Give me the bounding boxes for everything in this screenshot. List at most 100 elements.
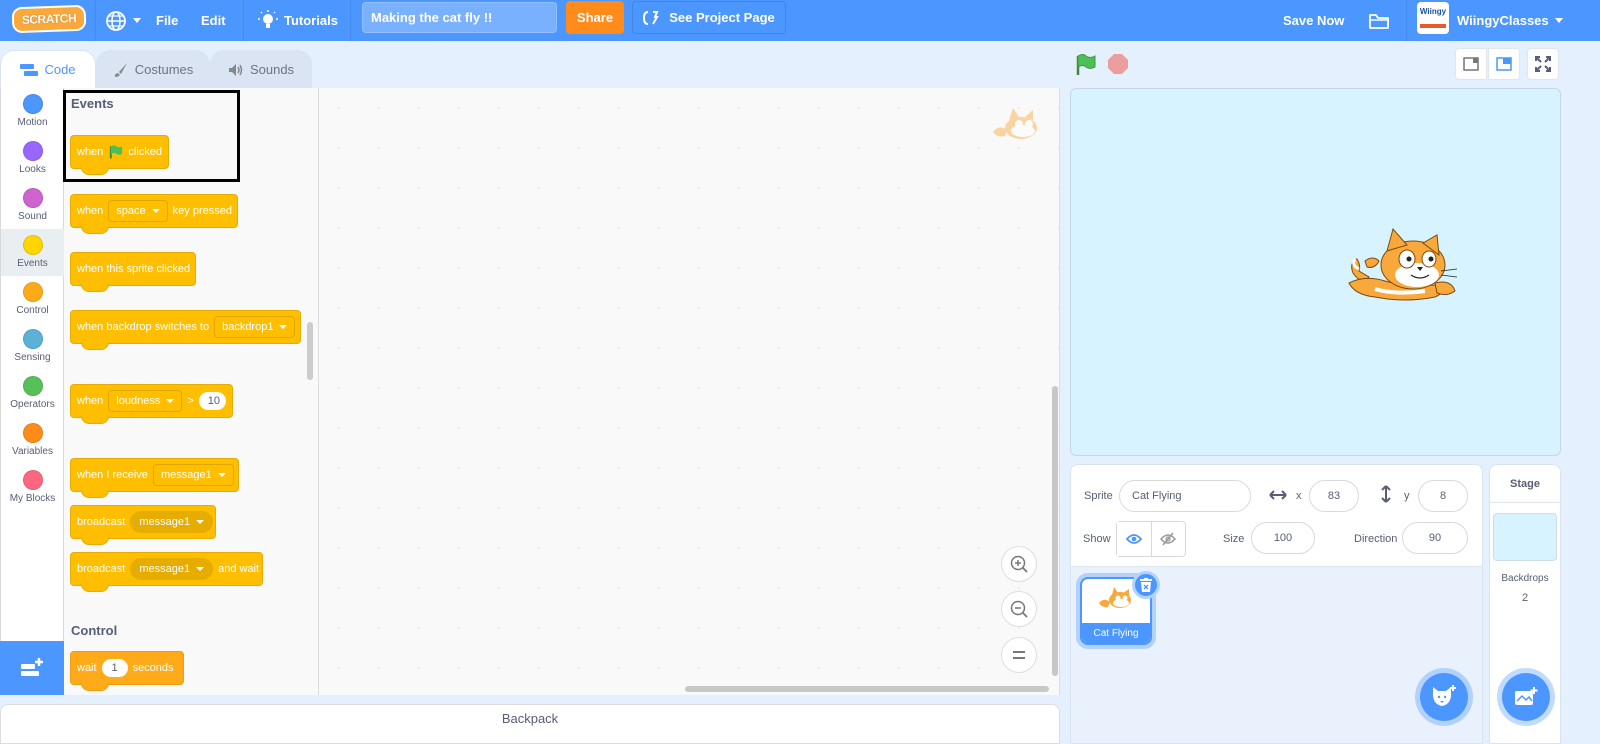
workspace-horizontal-scrollbar[interactable] bbox=[685, 686, 1049, 692]
cat-sprite[interactable] bbox=[1345, 225, 1459, 305]
sensor-dropdown[interactable]: loudness bbox=[108, 390, 183, 412]
tab-sounds-label: Sounds bbox=[249, 62, 295, 77]
category-label: Looks bbox=[19, 164, 46, 175]
events-dot-icon bbox=[22, 235, 43, 255]
category-motion[interactable]: Motion bbox=[1, 88, 64, 135]
category-sensing[interactable]: Sensing bbox=[1, 323, 64, 370]
stop-button[interactable] bbox=[1107, 53, 1129, 75]
zoom-reset-button[interactable] bbox=[1001, 637, 1037, 673]
tab-costumes[interactable]: Costumes bbox=[96, 50, 210, 88]
key-dropdown[interactable]: space bbox=[108, 200, 168, 222]
category-label: Motion bbox=[17, 117, 48, 128]
zoom-out-button[interactable] bbox=[1001, 591, 1037, 627]
delete-sprite-button[interactable] bbox=[1132, 571, 1160, 599]
size-input[interactable] bbox=[1251, 522, 1315, 554]
dropdown-arrow-icon bbox=[217, 473, 226, 477]
block-text: when bbox=[77, 395, 104, 407]
my-blocks-dot-icon bbox=[22, 470, 43, 490]
zoom-in-button[interactable] bbox=[1001, 546, 1037, 582]
choose-sprite-button[interactable] bbox=[1420, 673, 1468, 721]
tab-costumes-label: Costumes bbox=[134, 62, 194, 77]
x-position-input[interactable] bbox=[1309, 480, 1359, 512]
category-operators[interactable]: Operators bbox=[1, 370, 64, 417]
tab-code[interactable]: Code bbox=[0, 50, 96, 88]
palette-scrollbar[interactable] bbox=[307, 322, 313, 380]
share-button[interactable]: Share bbox=[566, 1, 624, 34]
control-section-title: Control bbox=[71, 623, 118, 638]
workspace-vertical-scrollbar[interactable] bbox=[1052, 386, 1058, 676]
block-text: when I receive bbox=[77, 469, 148, 481]
user-avatar[interactable]: Wiingy bbox=[1417, 2, 1449, 34]
threshold-input[interactable]: 10 bbox=[198, 392, 226, 410]
add-extension-button[interactable] bbox=[0, 641, 64, 695]
my-stuff-button[interactable] bbox=[1368, 0, 1390, 41]
stage-selector[interactable]: Stage Backdrops 2 bbox=[1489, 464, 1561, 744]
file-menu[interactable]: File bbox=[156, 0, 178, 41]
seconds-input[interactable]: 1 bbox=[101, 659, 128, 677]
folder-icon bbox=[1369, 13, 1389, 29]
category-looks[interactable]: Looks bbox=[1, 135, 64, 182]
backdrop-dropdown[interactable]: backdrop1 bbox=[214, 316, 296, 338]
category-events[interactable]: Events bbox=[1, 229, 64, 276]
choose-backdrop-button[interactable] bbox=[1502, 673, 1550, 721]
backpack-panel[interactable]: Backpack bbox=[0, 704, 1060, 744]
sprite-info: Sprite x y Show Size Direction bbox=[1071, 465, 1482, 567]
block-when-loudness[interactable]: when loudness > 10 bbox=[70, 371, 233, 424]
message-dropdown[interactable]: message1 bbox=[130, 511, 214, 533]
tab-sounds[interactable]: Sounds bbox=[210, 50, 312, 88]
save-now-button[interactable]: Save Now bbox=[1283, 0, 1344, 41]
block-when-sprite-clicked[interactable]: when this sprite clicked bbox=[70, 239, 196, 292]
block-broadcast-and-wait[interactable]: broadcast message1 and wait bbox=[70, 552, 263, 592]
category-sound[interactable]: Sound bbox=[1, 182, 64, 229]
variables-dot-icon bbox=[22, 423, 43, 443]
stop-icon bbox=[1108, 54, 1128, 74]
category-control[interactable]: Control bbox=[1, 276, 64, 323]
speaker-icon bbox=[228, 63, 243, 76]
show-visible-button[interactable] bbox=[1117, 522, 1152, 556]
account-menu[interactable]: WiingyClasses bbox=[1457, 0, 1563, 41]
cat-thumbnail-icon bbox=[1099, 587, 1131, 608]
sensing-dot-icon bbox=[22, 329, 43, 349]
fullscreen-button[interactable] bbox=[1527, 48, 1559, 80]
direction-input[interactable] bbox=[1402, 522, 1468, 554]
block-wait-seconds[interactable]: wait 1 seconds bbox=[70, 651, 184, 691]
stage-title: Stage bbox=[1490, 465, 1560, 503]
dropdown-value: space bbox=[116, 205, 146, 217]
normal-stage-icon bbox=[1496, 57, 1512, 71]
eye-icon bbox=[1125, 534, 1142, 544]
edit-menu[interactable]: Edit bbox=[201, 0, 226, 41]
language-menu[interactable] bbox=[105, 0, 141, 41]
block-when-key-pressed[interactable]: when space key pressed bbox=[70, 181, 238, 234]
sprite-name-input[interactable] bbox=[1119, 480, 1251, 512]
backdrops-label: Backdrops bbox=[1501, 573, 1549, 584]
tutorials-button[interactable]: Tutorials bbox=[258, 0, 338, 41]
show-hidden-button[interactable] bbox=[1152, 522, 1186, 556]
y-position-input[interactable] bbox=[1418, 480, 1468, 512]
stage-canvas[interactable] bbox=[1070, 88, 1561, 456]
message-dropdown[interactable]: message1 bbox=[130, 558, 214, 580]
small-stage-button[interactable] bbox=[1455, 48, 1487, 80]
category-variables[interactable]: Variables bbox=[1, 417, 64, 464]
block-text: broadcast bbox=[77, 516, 126, 528]
see-project-page-button[interactable]: See Project Page bbox=[632, 1, 786, 34]
normal-stage-button[interactable] bbox=[1488, 48, 1520, 80]
code-workspace[interactable] bbox=[319, 88, 1060, 695]
block-broadcast[interactable]: broadcast message1 bbox=[70, 505, 216, 545]
message-dropdown[interactable]: message1 bbox=[152, 464, 234, 486]
block-when-backdrop-switches[interactable]: when backdrop switches to backdrop1 bbox=[70, 297, 301, 350]
menu-divider bbox=[243, 0, 244, 41]
category-my-blocks[interactable]: My Blocks bbox=[1, 464, 64, 511]
events-section-title: Events bbox=[71, 96, 114, 111]
operator-text: > bbox=[187, 395, 194, 407]
code-icon bbox=[20, 63, 39, 76]
backdrop-thumbnail[interactable] bbox=[1493, 513, 1557, 561]
category-label: Control bbox=[16, 305, 49, 316]
project-title-input[interactable] bbox=[362, 2, 557, 33]
block-notch bbox=[81, 490, 109, 498]
scratch-logo[interactable]: SCRATCH bbox=[11, 4, 87, 34]
green-flag-button[interactable] bbox=[1074, 53, 1098, 77]
sprite-panel: Sprite x y Show Size Direction Cat Flyin… bbox=[1070, 464, 1483, 744]
zoom-out-icon bbox=[1010, 600, 1028, 618]
block-when-i-receive[interactable]: when I receive message1 bbox=[70, 445, 239, 498]
block-when-flag-clicked[interactable]: when clicked bbox=[70, 122, 169, 175]
